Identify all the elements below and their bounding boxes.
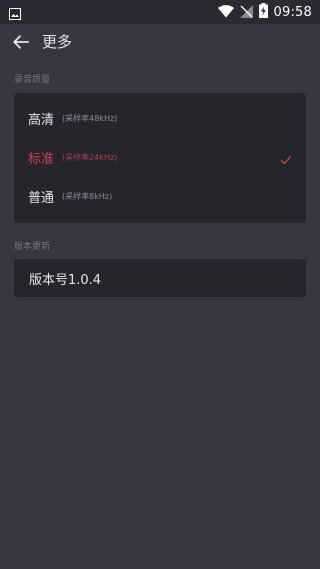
page-title: 更多 — [42, 33, 73, 51]
status-bar: 09:58 — [0, 0, 320, 24]
option-detail: (采样率8kHz) — [62, 191, 113, 201]
arrow-left-icon — [13, 34, 29, 53]
checkmark-icon — [280, 151, 292, 165]
quality-option-normal[interactable]: 普通 (采样率8kHz) — [14, 177, 306, 215]
version-card: 版本号1.0.4 — [14, 259, 306, 297]
option-label: 高清 — [28, 112, 55, 128]
no-signal-icon — [239, 3, 253, 22]
version-section-label: 版本更新 — [14, 242, 51, 252]
version-row[interactable]: 版本号1.0.4 — [14, 259, 306, 297]
status-icons: 09:58 — [217, 2, 312, 22]
option-label: 普通 — [28, 190, 55, 206]
quality-option-high[interactable]: 高清 (采样率48kHz) — [14, 99, 306, 137]
screen: 09:58 更多 录音质量 高清 (采样率48kHz) 标准 (采样率24kHz… — [0, 0, 320, 569]
back-button[interactable] — [8, 30, 34, 56]
version-number: 版本号1.0.4 — [29, 272, 102, 288]
option-detail: (采样率24kHz) — [62, 152, 118, 162]
image-icon — [9, 5, 21, 20]
audio-quality-section-label: 录音质量 — [14, 75, 51, 85]
audio-quality-card: 高清 (采样率48kHz) 标准 (采样率24kHz) 普通 (采样率8kHz) — [14, 93, 306, 223]
option-label: 标准 — [28, 151, 55, 167]
quality-option-standard[interactable]: 标准 (采样率24kHz) — [14, 138, 306, 176]
app-bar: 更多 — [0, 24, 320, 62]
option-detail: (采样率48kHz) — [62, 113, 118, 123]
wifi-icon — [217, 3, 234, 22]
status-time: 09:58 — [273, 4, 312, 20]
battery-charging-icon — [258, 2, 268, 22]
